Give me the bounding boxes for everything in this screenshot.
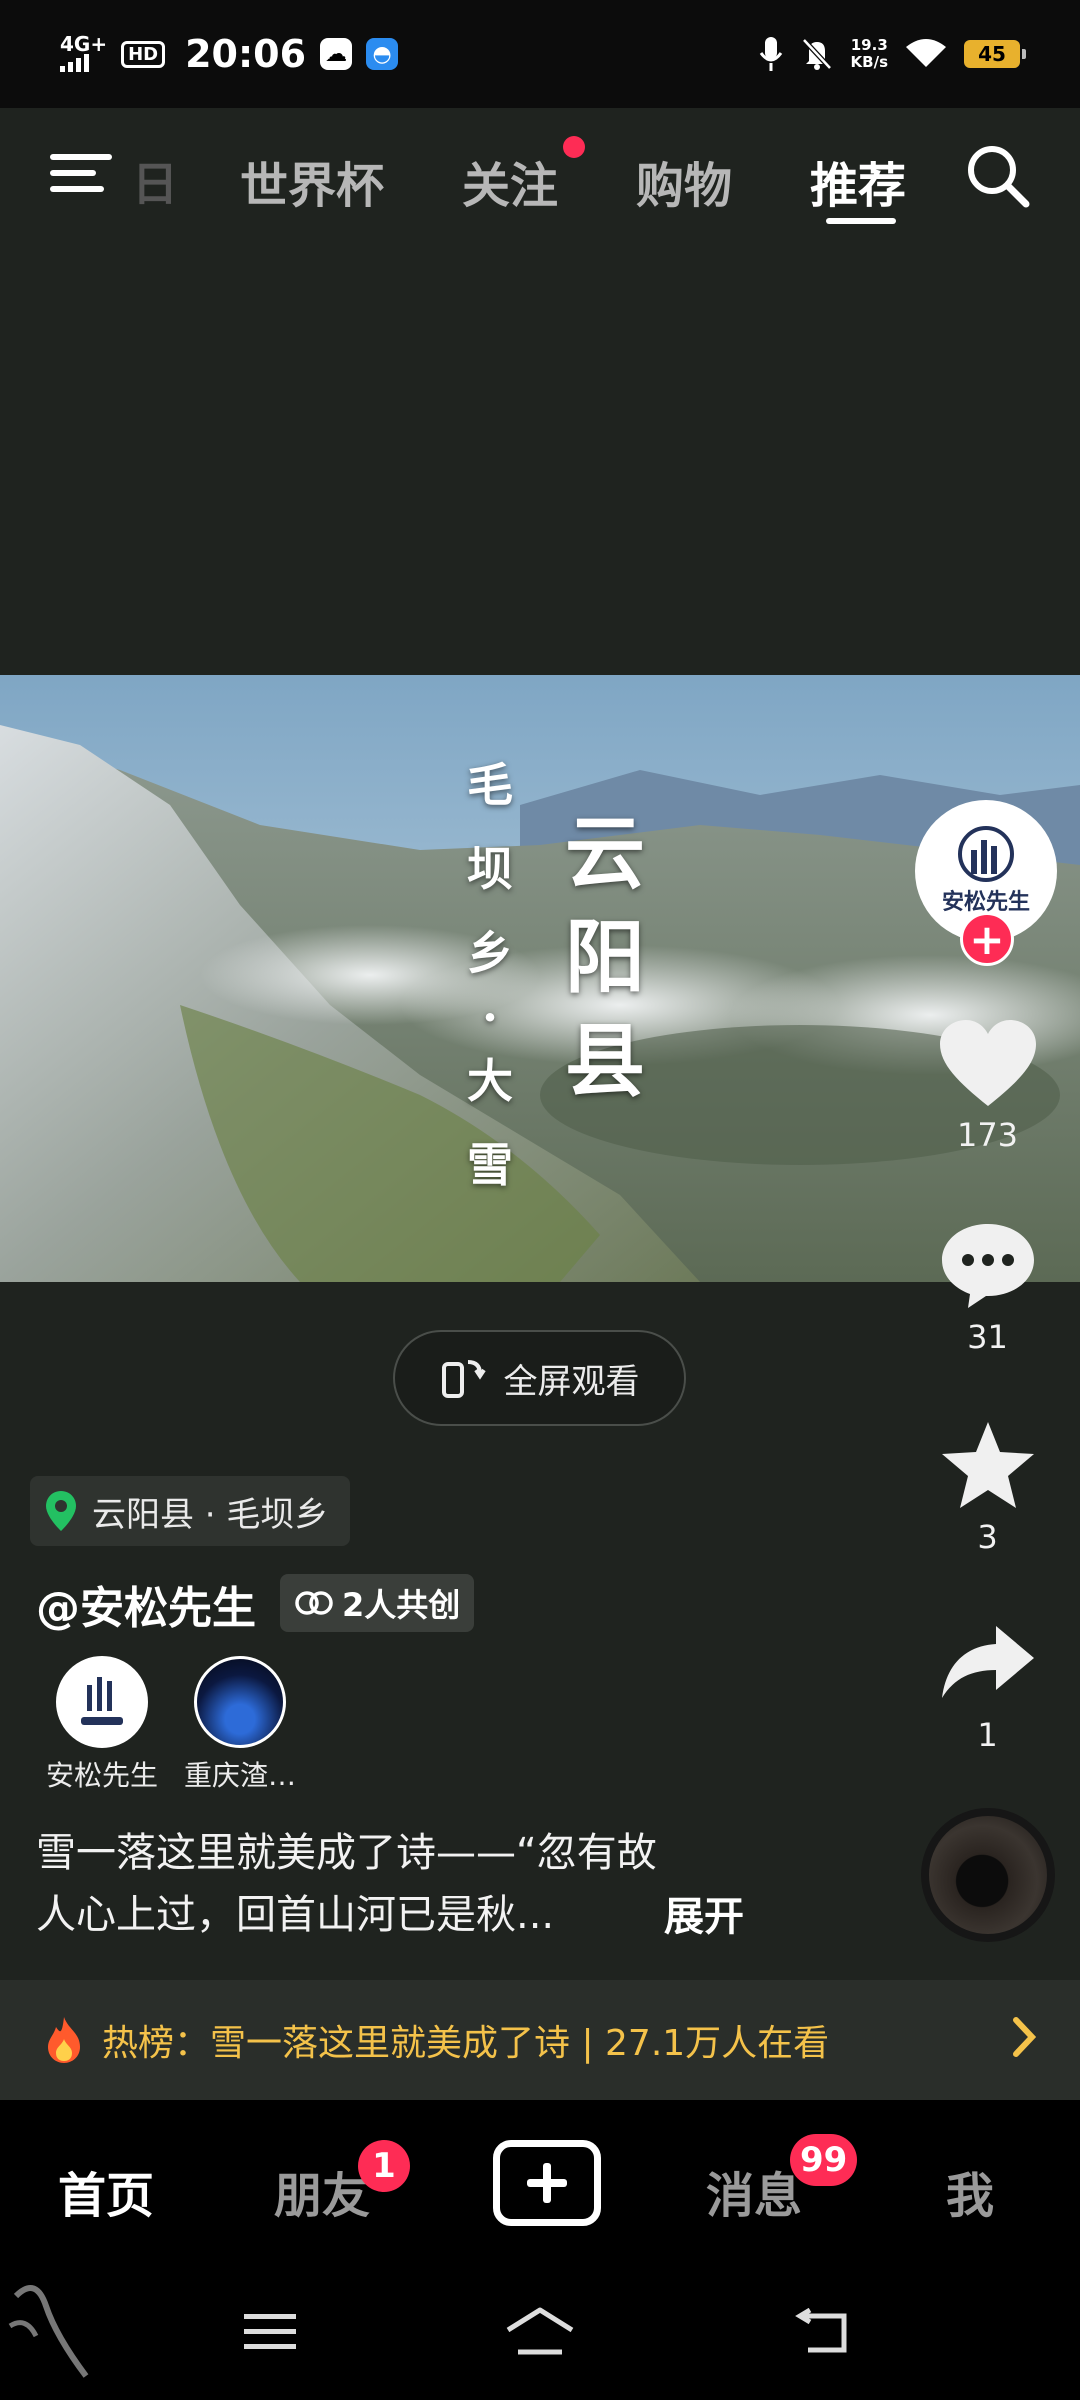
video-player[interactable]: 毛 坝 乡 · 大 雪 云 阳 县 <box>0 675 1080 1282</box>
favorite-button[interactable]: 3 <box>915 1420 1060 1556</box>
caption-char: 县 <box>565 1014 645 1108</box>
creator-avatar <box>194 1656 286 1748</box>
caption-char: 雪 <box>467 1138 513 1192</box>
back-icon[interactable] <box>794 2308 850 2356</box>
favorite-count: 3 <box>977 1518 998 1556</box>
flame-icon <box>48 2017 80 2063</box>
share-arrow-icon <box>941 1626 1034 1698</box>
tab-following[interactable]: 关注 <box>462 146 558 216</box>
nav-me[interactable]: 我 <box>946 2156 994 2226</box>
share-button[interactable]: 1 <box>915 1618 1060 1754</box>
creator-name: 重庆渣… <box>183 1759 296 1792</box>
hot-list-text: 热榜：雪一落这里就美成了诗 | 27.1万人在看 <box>102 2023 830 2064</box>
fullscreen-label: 全屏观看 <box>503 1361 640 1402</box>
tab-shopping[interactable]: 购物 <box>636 146 732 216</box>
caption-char: · <box>481 990 498 1044</box>
battery-level: 45 <box>978 42 1006 66</box>
hd-voice-icon: HD <box>121 40 166 68</box>
creator-avatar <box>56 1656 148 1748</box>
bottom-nav: 首页 朋友 1 消息 99 我 <box>0 2100 1080 2270</box>
video-caption-vertical-b: 云 阳 县 <box>560 801 650 1113</box>
create-button[interactable] <box>493 2140 601 2226</box>
network-speed: 19.3 KB/s <box>851 37 888 71</box>
friends-badge: 1 <box>358 2140 410 2192</box>
star-icon <box>941 1422 1034 1508</box>
watermark-logo <box>8 2285 89 2378</box>
location-pin-icon <box>46 1491 76 1531</box>
cocreate-badge[interactable]: 2人共创 <box>280 1574 475 1632</box>
hot-list-bar[interactable]: 热榜：雪一落这里就美成了诗 | 27.1万人在看 <box>0 1980 1080 2100</box>
following-red-dot <box>563 136 585 158</box>
comment-button[interactable]: 31 <box>915 1220 1060 1356</box>
creator-logo-icon <box>81 1677 123 1725</box>
caption-char: 坝 <box>467 842 513 896</box>
search-icon[interactable] <box>964 142 1030 208</box>
heart-icon <box>939 1020 1036 1106</box>
speed-unit: KB/s <box>850 53 888 71</box>
chevron-right-icon <box>1013 2017 1037 2057</box>
description-line: 雪一落这里就美成了诗——“忽有故 <box>36 1830 657 1876</box>
mute-bell-icon <box>801 38 832 70</box>
caption-char: 云 <box>565 806 645 900</box>
menu-icon[interactable] <box>50 148 112 198</box>
music-disc[interactable] <box>921 1808 1055 1942</box>
status-bar: 4G+ HD 20:06 ☁ ◓ 19.3 KB/s 45 <box>0 0 1080 108</box>
system-nav-bar <box>0 2270 1080 2400</box>
nav-messages[interactable]: 消息 <box>706 2156 802 2226</box>
microphone-icon <box>759 37 782 71</box>
follow-button[interactable]: + <box>960 912 1014 966</box>
snowy-mountain-scene <box>0 675 1080 1282</box>
wechat-notification-icon: ☁ <box>320 38 353 70</box>
share-count: 1 <box>977 1716 998 1754</box>
app-notification-icon: ◓ <box>366 38 399 70</box>
creator-name: 安松先生 <box>45 1759 158 1792</box>
tab-world-cup[interactable]: 世界杯 <box>240 146 384 216</box>
speed-value: 19.3 <box>850 36 888 54</box>
location-text: 云阳县 · 毛坝乡 <box>92 1494 329 1535</box>
caption-char: 乡 <box>467 926 513 980</box>
cellular-signal-icon: 4G+ <box>60 34 107 75</box>
tab-partial[interactable]: 日 <box>132 148 178 214</box>
clock: 20:06 <box>185 32 307 76</box>
nav-home[interactable]: 首页 <box>58 2156 154 2226</box>
author-logo-icon <box>958 826 1014 882</box>
creator-item[interactable]: 重庆渣… <box>160 1656 320 1794</box>
expand-button[interactable]: 展开 <box>664 1884 744 1942</box>
caption-char: 阳 <box>565 910 645 1004</box>
location-tag[interactable]: 云阳县 · 毛坝乡 <box>30 1476 351 1546</box>
comment-count: 31 <box>967 1318 1008 1356</box>
creator-item[interactable]: 安松先生 <box>22 1656 182 1794</box>
like-count: 173 <box>956 1116 1019 1154</box>
battery-icon: 45 <box>964 40 1026 68</box>
network-type: 4G+ <box>60 31 108 56</box>
cocreate-label: 2人共创 <box>342 1586 461 1624</box>
caption-char: 大 <box>467 1054 513 1108</box>
plus-icon <box>527 2163 567 2203</box>
recent-apps-icon[interactable] <box>244 2310 296 2354</box>
rotate-screen-icon <box>441 1360 486 1398</box>
like-button[interactable]: 173 <box>915 1018 1060 1154</box>
author-name[interactable]: @安松先生 <box>36 1572 256 1636</box>
video-caption-vertical-a: 毛 坝 乡 · 大 雪 <box>460 743 520 1207</box>
messages-badge: 99 <box>790 2134 858 2186</box>
cocreate-icon <box>295 1591 333 1615</box>
caption-char: 毛 <box>467 758 513 812</box>
wifi-icon <box>906 39 946 67</box>
home-icon[interactable] <box>504 2306 576 2356</box>
comment-icon <box>941 1224 1034 1308</box>
nav-friends[interactable]: 朋友 <box>274 2156 370 2226</box>
tab-recommended[interactable]: 推荐 <box>810 146 906 216</box>
top-tab-bar: 日 世界杯 关注 购物 推荐 <box>0 108 1080 238</box>
active-tab-indicator <box>826 218 896 224</box>
fullscreen-button[interactable]: 全屏观看 <box>393 1330 686 1426</box>
